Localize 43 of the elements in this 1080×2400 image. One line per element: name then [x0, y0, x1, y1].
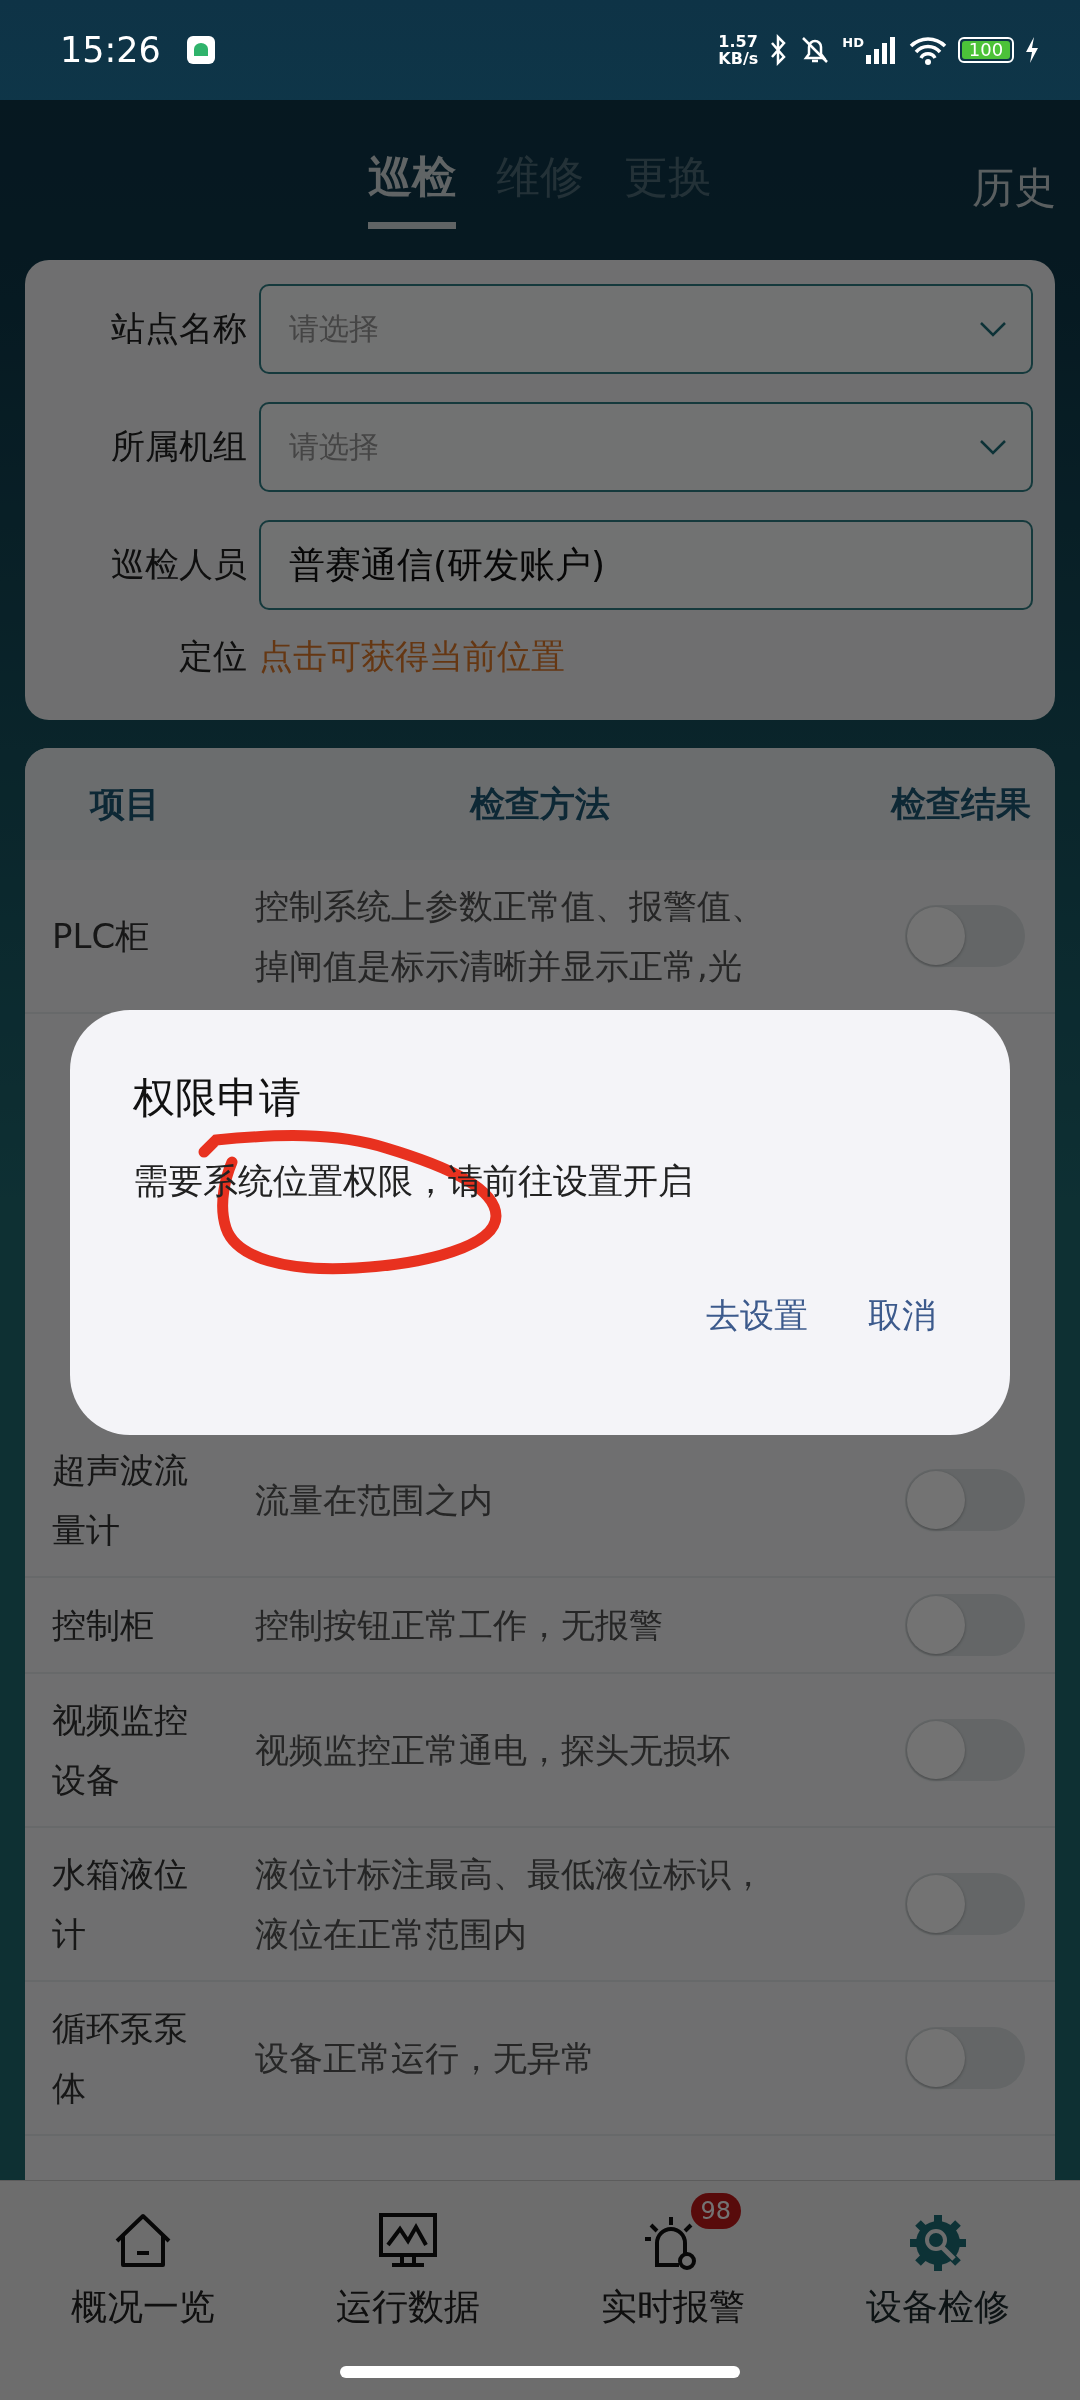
input-field[interactable]: 普赛通信(研发账户) — [259, 520, 1033, 610]
battery-level: 100 — [962, 41, 1010, 59]
count-badge: 98 — [690, 2193, 742, 2229]
table-cell-text: 液位计标注最高、最低液位标识，液位在正常范围内 — [255, 1853, 766, 1956]
table-cell-text: 超声波流量计 — [52, 1449, 189, 1552]
table-cell-text: 视频监控设备 — [52, 1699, 189, 1802]
column-header: 项目 — [88, 782, 161, 826]
robot-icon — [186, 36, 215, 64]
dialog-button[interactable]: 取消 — [868, 1293, 936, 1339]
nav-item[interactable]: 运行数据 — [325, 2187, 490, 2400]
dialog-button[interactable]: 去设置 — [706, 1293, 808, 1339]
table-cell-text: 控制系统上参数正常值、报警值、掉闸值是标示清晰并显示正常,光 — [255, 885, 766, 988]
field-label: 巡检人员 — [110, 543, 247, 586]
tab[interactable]: 巡检 — [368, 127, 456, 229]
column-header: 检查结果 — [889, 782, 1032, 826]
home-indicator[interactable] — [340, 2366, 740, 2378]
table-cell-text: 控制按钮正常工作，无报警 — [255, 1604, 664, 1647]
chevron-down-icon — [979, 320, 1007, 338]
table-cell-text: 视频监控正常通电，探头无损坏 — [255, 1729, 732, 1772]
clock-time: 15:26 — [60, 30, 161, 70]
location-link[interactable]: 点击可获得当前位置 — [259, 634, 565, 680]
table-cell-text: 流量在范围之内 — [255, 1479, 494, 1522]
wifi-icon — [908, 35, 948, 65]
field-label: 定位 — [178, 635, 247, 678]
table-cell-text: 水箱液位计 — [52, 1853, 189, 1956]
network-speed: 1.57 — [718, 33, 759, 50]
field-label: 所属机组 — [110, 425, 247, 468]
dialog-title: 权限申请 — [133, 1072, 302, 1124]
charging-icon — [1024, 36, 1040, 64]
speed-unit: KB/s — [718, 50, 759, 67]
table-cell-text: 设备正常运行，无异常 — [255, 2037, 596, 2080]
network-type: HD — [842, 35, 864, 50]
field-label: 站点名称 — [110, 307, 247, 350]
nav-item[interactable]: 概况一览 — [60, 2187, 225, 2400]
table-cell-text: PLC柜 — [52, 915, 151, 958]
table-cell-text: 循环泵泵体 — [52, 2007, 189, 2110]
signal-icon — [864, 35, 898, 65]
nav-item[interactable]: 98 实时报警 — [590, 2187, 755, 2400]
nav-item[interactable]: 设备检修 — [855, 2187, 1020, 2400]
history-link[interactable]: 历史 — [948, 140, 1080, 236]
chevron-down-icon — [979, 438, 1007, 456]
column-header: 检查方法 — [468, 782, 611, 826]
table-cell-text: 控制柜 — [52, 1604, 155, 1647]
